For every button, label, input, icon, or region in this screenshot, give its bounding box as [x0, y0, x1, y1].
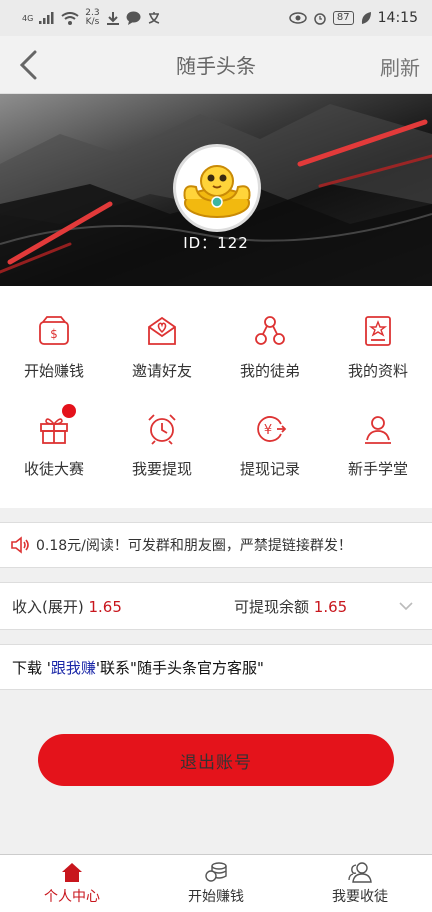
tab-start-earning[interactable]: 开始赚钱 [144, 855, 288, 912]
svg-text:¥: ¥ [264, 423, 272, 438]
notification-dot [62, 404, 76, 418]
income-value: 1.65 [88, 597, 122, 616]
download-prefix: 下载 ' [12, 658, 51, 677]
withdrawable-value: 1.65 [313, 597, 348, 616]
chevron-down-icon[interactable] [398, 599, 414, 613]
org-chart-icon [255, 316, 285, 345]
users-icon [348, 862, 372, 883]
status-right: 87 14:15 [289, 10, 418, 26]
withdrawable-balance: 可提现余额 1.65 [234, 596, 347, 617]
leaf-icon [361, 12, 371, 24]
notice-text: 0.18元/阅读！可发群和朋友圈，严禁提链接群发！ [36, 538, 352, 554]
download-app-link[interactable]: 跟我赚 [51, 657, 96, 678]
status-time: 14:15 [377, 10, 418, 26]
grid-item-my-profile[interactable]: 我的资料 [324, 300, 432, 398]
speaker-icon [11, 536, 29, 554]
coins-icon [205, 862, 227, 882]
home-icon [62, 863, 82, 882]
nav-label: 开始赚钱 [188, 889, 244, 905]
download-icon [106, 12, 119, 25]
net-speed-unit: K/s [85, 17, 100, 27]
money-bag-icon: $ [39, 316, 69, 345]
grid-item-invite-friends[interactable]: 邀请好友 [108, 300, 216, 398]
alarm-clock-icon [148, 414, 176, 445]
grid-item-withdraw[interactable]: 我要提现 [108, 398, 216, 496]
logout-button[interactable]: 退出账号 [38, 734, 394, 786]
grid-label: 我的资料 [347, 362, 408, 380]
grid-item-beginner-school[interactable]: 新手学堂 [324, 398, 432, 496]
message-icon [126, 11, 141, 25]
profile-banner: ID：122 [0, 94, 432, 286]
notice-bar: 0.18元/阅读！可发群和朋友圈，严禁提链接群发！ [0, 522, 432, 568]
translate-icon [148, 12, 159, 24]
income-label: 收入(展开) [12, 597, 84, 616]
nav-label: 我要收徒 [332, 889, 388, 905]
user-icon [365, 416, 391, 444]
yuan-cycle-icon: ¥ [257, 416, 287, 442]
avatar[interactable] [173, 144, 261, 232]
alarm-icon [314, 13, 326, 25]
svg-text:$: $ [50, 327, 58, 341]
net-speed: 2.3 K/s [85, 9, 99, 27]
grid-label: 收徒大赛 [23, 460, 84, 478]
refresh-button[interactable]: 刷新 [380, 52, 420, 81]
tab-recruit-apprentice[interactable]: 我要收徒 [288, 855, 432, 912]
gold-ingot-mascot-icon [183, 165, 251, 218]
feature-grid: $ 开始赚钱 邀请好友 我的徒弟 我的资料 收徒大赛 我要提现 ¥ 提现记录 新… [0, 286, 432, 508]
user-id: ID：122 [183, 234, 249, 252]
back-icon[interactable] [16, 50, 40, 80]
grid-label: 提现记录 [239, 460, 300, 478]
status-bar: 4G 2.3 K/s 87 14:15 [0, 0, 432, 36]
income-summary: 收入(展开) 1.65 [12, 596, 122, 617]
download-info: 下载 ' 跟我赚 '联系"随手头条官方客服" [0, 644, 432, 690]
eye-icon [289, 12, 307, 24]
grid-item-start-earning[interactable]: $ 开始赚钱 [0, 300, 108, 398]
battery-indicator: 87 [332, 11, 354, 25]
status-left: 4G 2.3 K/s [22, 9, 161, 27]
envelope-heart-icon [148, 316, 176, 345]
income-row[interactable]: 收入(展开) 1.65 可提现余额 1.65 [0, 582, 432, 630]
grid-label: 我的徒弟 [239, 362, 300, 380]
grid-label: 新手学堂 [347, 460, 408, 478]
signal-icon [39, 12, 54, 24]
grid-label: 邀请好友 [131, 362, 192, 380]
grid-item-apprentice-contest[interactable]: 收徒大赛 [0, 398, 108, 496]
app-header: 随手头条 刷新 [0, 36, 432, 94]
grid-label: 我要提现 [131, 460, 192, 478]
tab-personal-center[interactable]: 个人中心 [0, 855, 144, 912]
signal-label: 4G [22, 13, 34, 23]
page-title: 随手头条 [176, 54, 256, 78]
grid-label: 开始赚钱 [23, 362, 84, 380]
download-suffix: '联系"随手头条官方客服" [95, 658, 264, 677]
profile-card-icon [365, 316, 391, 346]
wifi-icon [61, 11, 79, 25]
bottom-nav: 个人中心 开始赚钱 我要收徒 [0, 854, 432, 912]
grid-item-my-apprentices[interactable]: 我的徒弟 [216, 300, 324, 398]
withdrawable-label: 可提现余额 [234, 597, 310, 616]
grid-item-withdraw-records[interactable]: ¥ 提现记录 [216, 398, 324, 496]
nav-label: 个人中心 [44, 889, 100, 905]
